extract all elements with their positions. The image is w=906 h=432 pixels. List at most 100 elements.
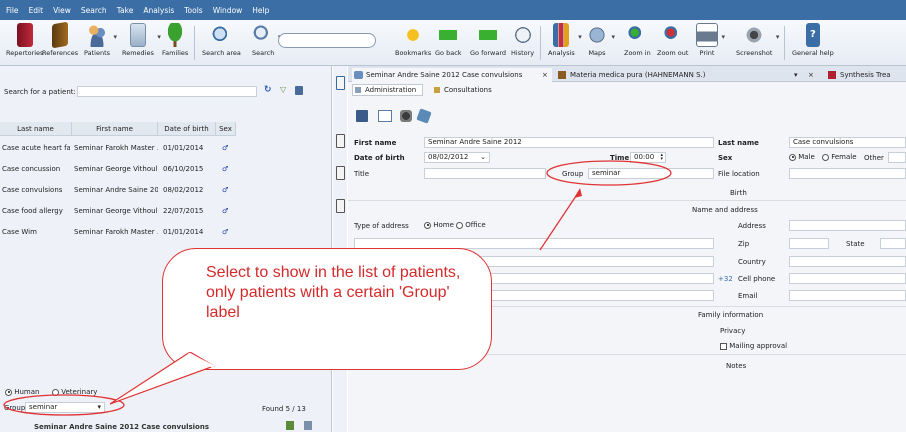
go-forward-button[interactable]: Go forward	[470, 23, 506, 57]
toolbar-search-input[interactable]	[278, 33, 376, 48]
column-date-of-birth[interactable]: Date of birth	[158, 122, 216, 136]
sex-male-radio[interactable]: Male	[789, 153, 815, 161]
tab-patient[interactable]: Seminar Andre Saine 2012 Case convulsion…	[352, 68, 552, 82]
tab-consultations[interactable]: Consultations	[432, 84, 498, 96]
menu-window[interactable]: Window	[213, 6, 243, 15]
birth-section-label: Birth	[730, 189, 747, 197]
sex-other-option[interactable]: Other	[864, 154, 884, 162]
chevron-down-icon[interactable]: ▾	[611, 33, 615, 41]
sex-other-field[interactable]	[888, 152, 906, 163]
history-button[interactable]: History	[511, 23, 534, 57]
column-first-name[interactable]: First name	[72, 122, 158, 136]
menu-search[interactable]: Search	[81, 6, 107, 15]
menu-file[interactable]: File	[6, 6, 19, 15]
settings-icon[interactable]	[295, 86, 303, 95]
address-office-radio[interactable]: Office	[456, 221, 486, 229]
repertories-button[interactable]: Repertories	[6, 23, 43, 57]
last-name-label: Last name	[718, 139, 759, 147]
mailing-approval-checkbox[interactable]: Mailing approval	[720, 342, 787, 350]
cell-phone-field[interactable]	[789, 273, 906, 284]
column-last-name[interactable]: Last name	[0, 122, 72, 136]
search-patient-input[interactable]	[77, 86, 257, 97]
patients-button[interactable]: Patients ▾	[84, 23, 117, 57]
analysis-button[interactable]: Analysis ▾	[548, 23, 582, 57]
chevron-down-icon[interactable]: ▾	[114, 33, 118, 41]
new-patient-icon[interactable]	[336, 76, 345, 90]
tab-close-button[interactable]: ×	[808, 68, 814, 82]
file-location-field[interactable]	[789, 168, 906, 179]
remedies-button[interactable]: Remedies ▾	[122, 23, 161, 57]
tag-icon[interactable]	[416, 108, 432, 124]
delete-icon[interactable]	[304, 421, 312, 430]
arrow-left-icon	[437, 30, 460, 40]
document-icon[interactable]	[336, 166, 345, 180]
zoom-out-icon	[661, 23, 684, 47]
column-sex[interactable]: Sex	[216, 122, 236, 136]
country-label: Country	[738, 258, 766, 266]
radio-icon	[456, 221, 463, 229]
menu-tools[interactable]: Tools	[184, 6, 202, 15]
zip-field[interactable]	[789, 238, 829, 249]
last-name-field[interactable]: Case convulsions	[789, 137, 906, 148]
card-icon[interactable]	[378, 110, 392, 122]
families-button[interactable]: Families	[162, 23, 188, 57]
table-row[interactable]: Case concussion Seminar George Vithoul..…	[0, 159, 272, 180]
zoom-out-button[interactable]: Zoom out	[657, 23, 688, 57]
bookmarks-button[interactable]: Bookmarks	[395, 23, 431, 57]
dob-field[interactable]: 08/02/2012 ⌄	[424, 152, 490, 163]
checkbox-icon	[720, 342, 727, 350]
first-name-field[interactable]: Seminar Andre Saine 2012	[424, 137, 714, 148]
email-field[interactable]	[789, 290, 906, 301]
document-icon[interactable]	[336, 199, 345, 213]
menu-take[interactable]: Take	[117, 6, 134, 15]
country-field[interactable]	[789, 256, 906, 267]
arrow-right-icon	[477, 30, 499, 40]
go-back-button[interactable]: Go back	[435, 23, 462, 57]
table-row[interactable]: Case acute heart fal... Seminar Farokh M…	[0, 138, 272, 159]
refresh-icon[interactable]: ↻	[264, 85, 272, 95]
privacy-section-label: Privacy	[720, 327, 746, 335]
edit-icon[interactable]	[286, 421, 294, 430]
history-icon	[511, 23, 534, 47]
tab-list-dropdown[interactable]: ▾	[794, 68, 798, 82]
admin-icon	[355, 87, 361, 93]
document-icon[interactable]	[336, 134, 345, 148]
address-field[interactable]	[789, 220, 906, 231]
search-button[interactable]: Search ▾	[252, 23, 281, 57]
chevron-down-icon[interactable]: ▾	[776, 33, 780, 41]
references-button[interactable]: References	[42, 21, 78, 57]
tab-synthesis[interactable]: Synthesis Trea	[826, 68, 891, 82]
callout-text: Select to show in the list of patients, …	[206, 264, 461, 321]
chevron-down-icon[interactable]: ▾	[721, 33, 725, 41]
table-row[interactable]: Case Wim Seminar Farokh Master ... 01/01…	[0, 222, 272, 243]
filter-icon[interactable]: ▽	[280, 85, 286, 94]
male-icon: ♂	[222, 207, 229, 215]
search-area-button[interactable]: Search area	[202, 23, 241, 57]
book-brown-icon	[52, 21, 69, 49]
maps-button[interactable]: Maps ▾	[586, 23, 615, 57]
title-field[interactable]	[424, 168, 546, 179]
table-row[interactable]: Case convulsions Seminar Andre Saine 20.…	[0, 180, 272, 201]
chevron-down-icon[interactable]: ▾	[578, 33, 582, 41]
save-icon[interactable]	[356, 110, 368, 122]
zoom-in-button[interactable]: Zoom in	[624, 23, 651, 57]
general-help-button[interactable]: ? General help	[792, 23, 834, 57]
state-field[interactable]	[880, 238, 906, 249]
tab-administration[interactable]: Administration	[352, 84, 424, 96]
screenshot-button[interactable]: Screenshot ▾	[736, 23, 779, 57]
tab-close-button[interactable]: ×	[542, 68, 548, 82]
print-button[interactable]: Print ▾	[696, 23, 725, 57]
search-patient-label: Search for a patient:	[4, 88, 76, 96]
tab-materia-medica[interactable]: Materia medica pura (HAHNEMANN S.)	[556, 68, 706, 82]
sex-female-radio[interactable]: Female	[822, 153, 857, 161]
menu-help[interactable]: Help	[252, 6, 269, 15]
address-home-radio[interactable]: Home	[424, 221, 454, 229]
menu-view[interactable]: View	[53, 6, 71, 15]
camera-icon[interactable]	[400, 110, 412, 122]
chevron-down-icon[interactable]: ▾	[157, 33, 161, 41]
title-label: Title	[354, 170, 370, 178]
book-icon	[558, 71, 566, 79]
menu-edit[interactable]: Edit	[29, 6, 44, 15]
table-row[interactable]: Case food allergy Seminar George Vithoul…	[0, 201, 272, 222]
menu-analysis[interactable]: Analysis	[143, 6, 174, 15]
